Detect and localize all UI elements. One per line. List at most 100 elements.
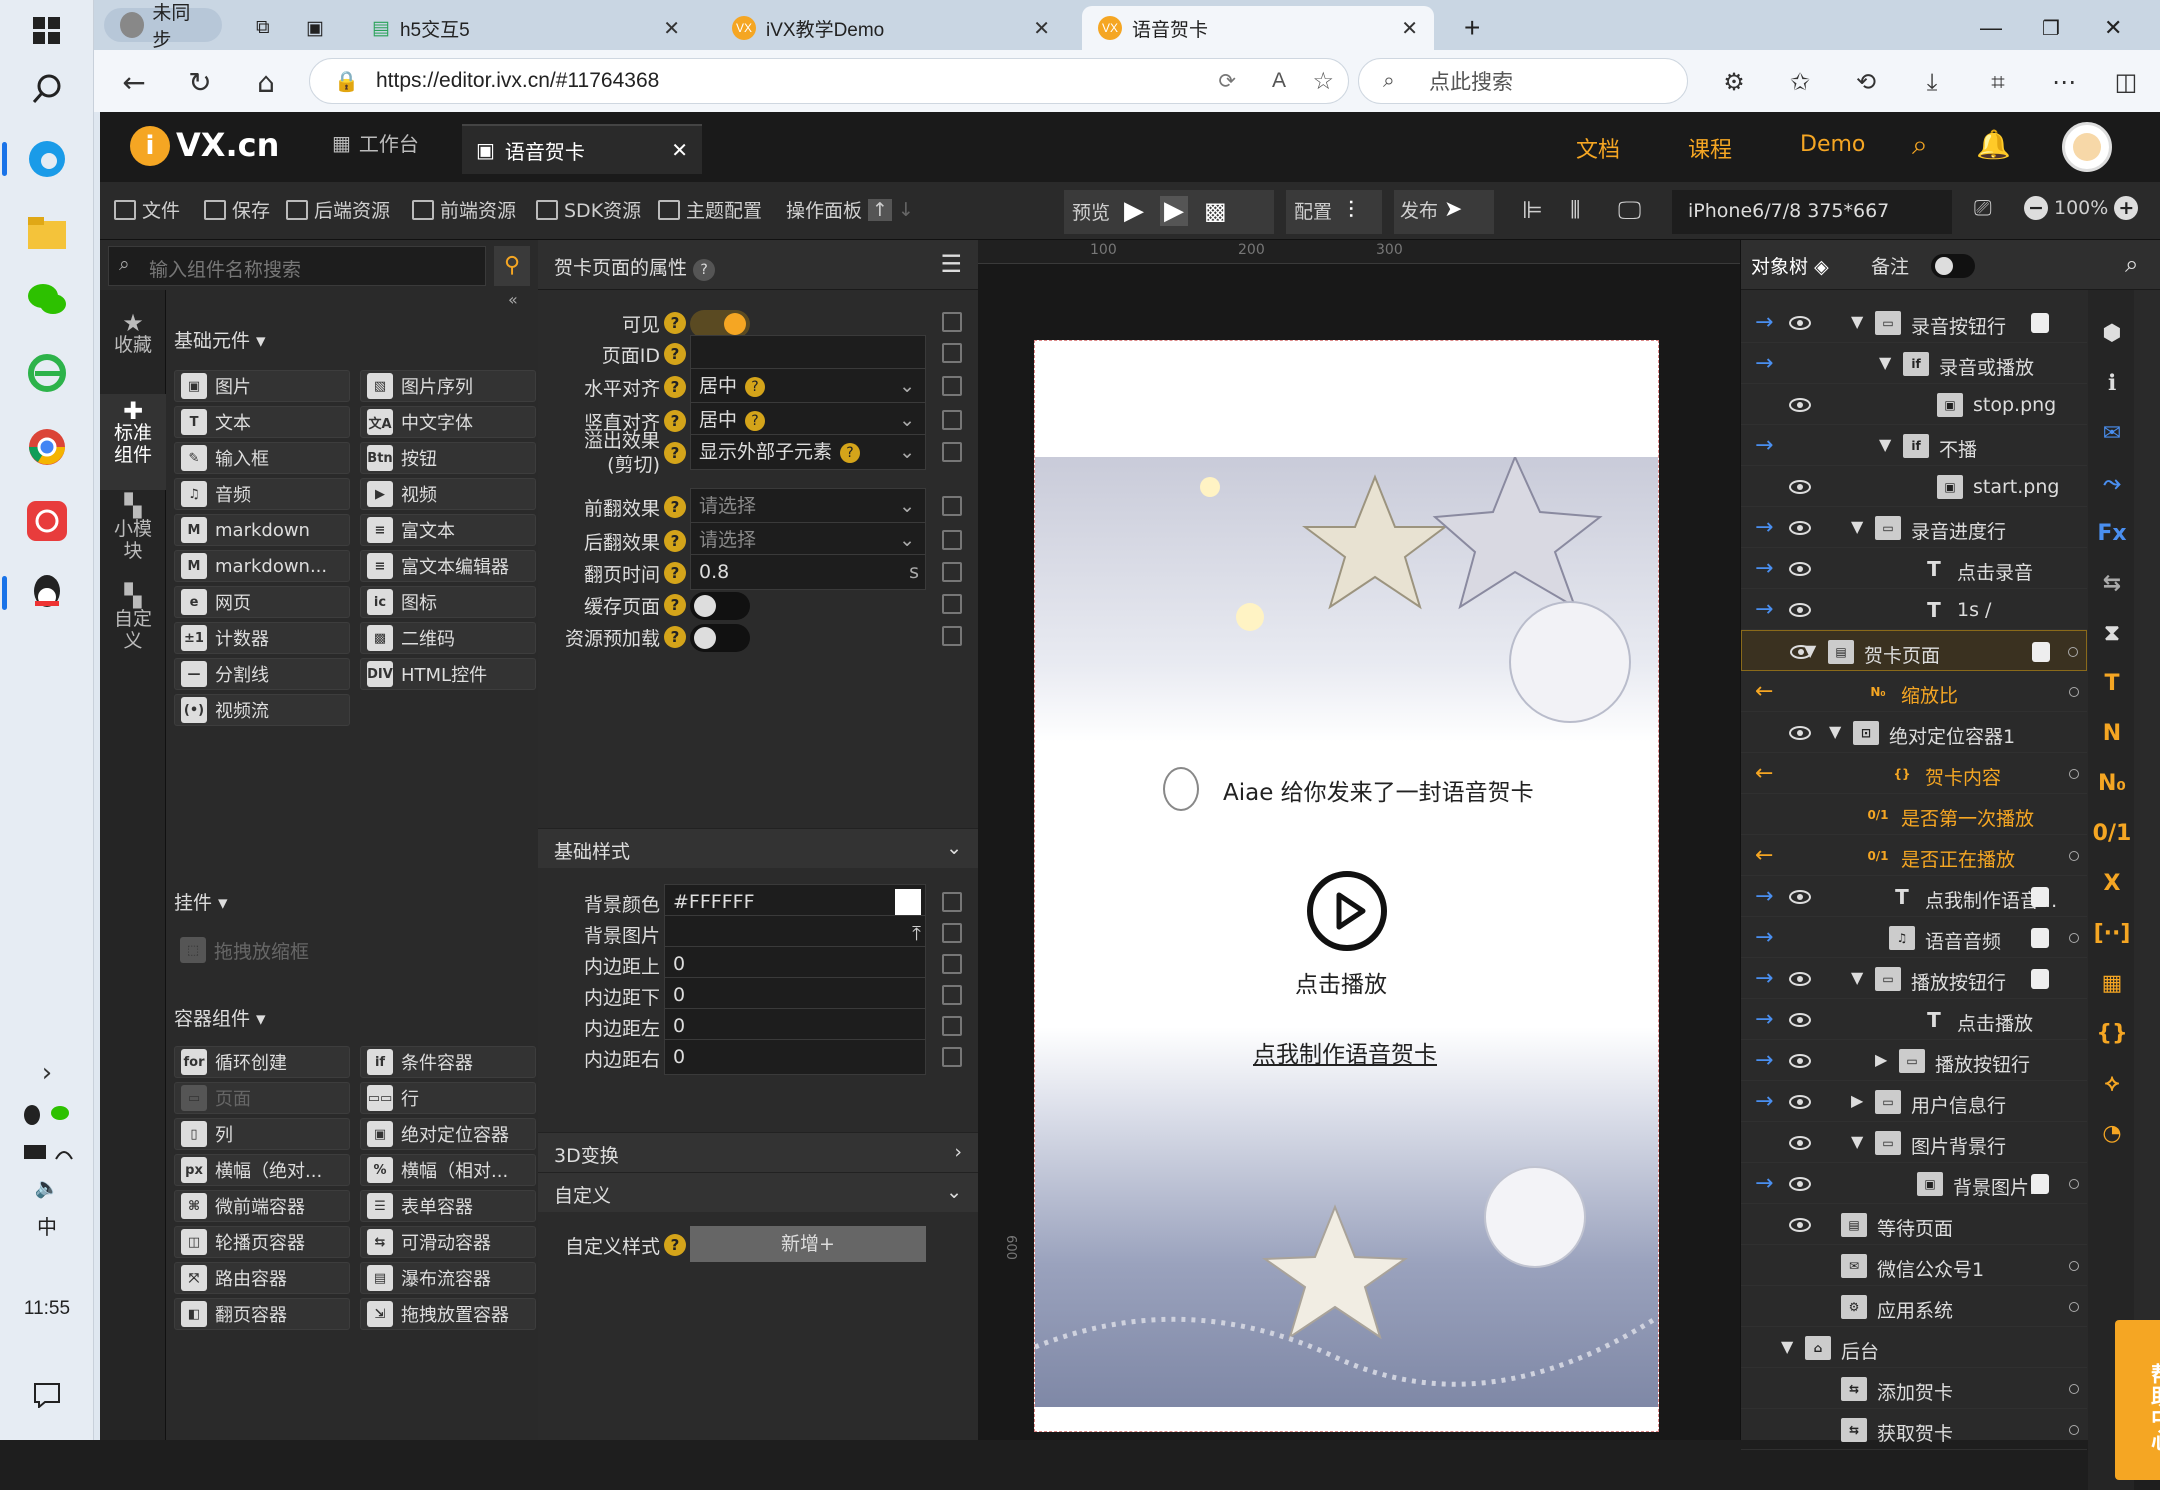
copy-icon[interactable] [942,594,962,614]
component-item-markdown[interactable]: Mmarkdown [174,514,350,546]
hourglass-icon[interactable]: ⧗ [2092,614,2132,654]
arrow-up-icon[interactable]: ↑ [868,198,892,221]
ie-icon[interactable] [20,346,74,400]
component-item-button[interactable]: Btn 按钮 [360,442,536,474]
text-type-icon[interactable]: T [2092,664,2132,704]
number-type-icon[interactable]: N [2092,714,2132,754]
event-arrow-left-icon[interactable]: ← [1755,761,1773,786]
flow-icon[interactable]: ⤳ [2092,464,2132,504]
tree-node[interactable]: → T 点我制作语音... [1741,876,2087,917]
component-item-counter[interactable]: ±1 计数器 [174,622,350,654]
bracket-icon[interactable]: [··] [2092,914,2132,954]
help-center-button[interactable]: 帮助中心 [2115,1320,2160,1480]
tree-node[interactable]: ▤ 等待页面 [1741,1204,2087,1245]
copy-icon[interactable] [942,312,962,332]
component-item-condition-container[interactable]: if 条件容器 [360,1046,536,1078]
component-item-row[interactable]: ▭▭ 行 [360,1082,536,1114]
eye-icon[interactable] [1789,562,1811,576]
search-icon[interactable]: ⌕ [2125,250,2138,278]
component-item-form-container[interactable]: ☰ 表单容器 [360,1190,536,1222]
close-tab-icon[interactable]: ✕ [663,16,680,41]
tree-node[interactable]: ← N₀ 缩放比 [1741,671,2087,712]
property-value-field[interactable]: 显示外部子元素? ⌄ [690,434,926,470]
event-arrow-right-icon[interactable]: → [1755,556,1773,581]
event-arrow-right-icon[interactable]: → [1755,1171,1773,1196]
section-basic-style[interactable]: 基础样式 ⌄ [538,828,978,868]
device-icon[interactable]: 🖵 [1618,196,1641,224]
component-item-scrollable[interactable]: ⇆ 可滑动容器 [360,1226,536,1258]
edge-browser-icon[interactable] [20,132,74,186]
component-item-html-control[interactable]: DIV HTML控件 [360,658,536,690]
close-tab-icon[interactable]: ✕ [1033,16,1050,41]
help-icon[interactable]: ? [664,626,686,648]
collapse-icon[interactable]: ▼ [1851,312,1863,331]
event-arrow-right-icon[interactable]: → [1755,310,1773,335]
component-item[interactable]: ⬚ 拖拽放缩框 [174,930,484,970]
windows-start-icon[interactable] [20,4,74,58]
help-icon[interactable]: ? [840,442,861,463]
tree-node[interactable]: → T 1s / [1741,589,2087,630]
chrome-icon[interactable] [20,420,74,474]
device-select[interactable]: iPhone6/7/8 375*667 [1672,190,1952,234]
tree-node[interactable]: → ▼ if 不播 [1741,425,2087,466]
expand-icon[interactable]: ▶ [1851,1091,1863,1110]
copy-icon[interactable] [942,562,962,582]
eye-icon[interactable] [1789,521,1811,535]
component-item-router[interactable]: ⤧ 路由容器 [174,1262,350,1294]
color-swatch[interactable] [895,889,921,915]
eye-icon[interactable] [1789,1054,1811,1068]
boolean-icon[interactable]: 0/1 [2092,814,2132,854]
chat-icon[interactable]: ✉ [2092,414,2132,454]
section-custom[interactable]: 自定义 ⌄ [538,1172,978,1212]
qrcode-icon[interactable]: ▩ [1204,197,1227,225]
new-tab-icon[interactable]: + [1448,6,1498,50]
component-item-column[interactable]: ▯ 列 [174,1118,350,1150]
collapse-icon[interactable]: ▼ [1851,517,1863,536]
profile-button[interactable]: 未同步 [104,3,222,51]
tree-node[interactable]: ← 0/1 是否正在播放 [1741,835,2087,876]
component-item-image-sequence[interactable]: ▧ 图片序列 [360,370,536,402]
tree-node[interactable]: ▼ ⌂ 后台 [1741,1327,2087,1368]
component-item-absolute-container[interactable]: ▣ 绝对定位容器 [360,1118,536,1150]
tree-node[interactable]: ✉ 微信公众号1 [1741,1245,2087,1286]
component-item-markdown-editor[interactable]: Mmarkdown... [174,550,350,582]
zoom-out-icon[interactable]: − [2024,196,2048,220]
component-item-rich-text-editor[interactable]: ≡ 富文本编辑器 [360,550,536,582]
tree-node[interactable]: ⇆ 获取贺卡 [1741,1409,2087,1450]
info-icon[interactable] [2031,1174,2049,1194]
event-arrow-right-icon[interactable]: → [1755,1089,1773,1114]
app-red-icon[interactable] [20,494,74,548]
copy-icon[interactable] [942,376,962,396]
tree-node[interactable]: → ▼ ▭ 播放按钮行 [1741,958,2087,999]
property-value-field[interactable]: 请选择 ⌄ [690,488,926,524]
component-item-divider[interactable]: — 分割线 [174,658,350,690]
tab-object-tree[interactable]: 对象树 ◈ [1751,252,1829,279]
eye-icon[interactable] [1789,726,1811,740]
tree-node[interactable]: ▣ stop.png [1741,384,2087,425]
screenshot-icon[interactable]: ⎚ [1974,196,1992,221]
close-tab-icon[interactable]: ✕ [1401,16,1418,41]
home-icon[interactable]: ⌂ [246,62,286,102]
tab-notes[interactable]: 备注 [1871,252,1909,279]
swap-icon[interactable]: ⇆ [2092,564,2132,604]
clock-icon[interactable]: ◔ [2092,1114,2132,1154]
tree-node[interactable]: ▼ ⊡ 绝对定位容器1 [1741,712,2087,753]
search-icon[interactable]: ⌕ [1912,128,1928,162]
add-custom-style-button[interactable]: 新增+ [690,1226,926,1262]
bell-icon[interactable]: 🔔 [1976,128,2011,161]
search-icon[interactable] [20,62,74,116]
restore-icon[interactable]: ❐ [2026,6,2076,50]
save-button[interactable]: 保存 [204,196,270,223]
tree-node[interactable]: ▼ ▤ 贺卡页面 [1741,630,2087,671]
more-menu-icon[interactable]: ⋯ [2044,62,2084,102]
eye-icon[interactable] [1789,316,1811,330]
event-arrow-left-icon[interactable]: ← [1755,679,1773,704]
component-item-waterfall[interactable]: ▤ 瀑布流容器 [360,1262,536,1294]
clock[interactable]: 11:55 [10,1298,84,1320]
tree-node[interactable]: ▣ start.png [1741,466,2087,507]
component-item-page[interactable]: ▭ 页面 [174,1082,350,1114]
workspace-tab[interactable]: ▦ 工作台 [332,128,419,157]
extensions-icon[interactable]: ⚙ [1714,62,1754,102]
publish-button[interactable]: 发布 ➤ [1400,196,1462,223]
download-icon[interactable]: ⤓ [1912,62,1952,102]
